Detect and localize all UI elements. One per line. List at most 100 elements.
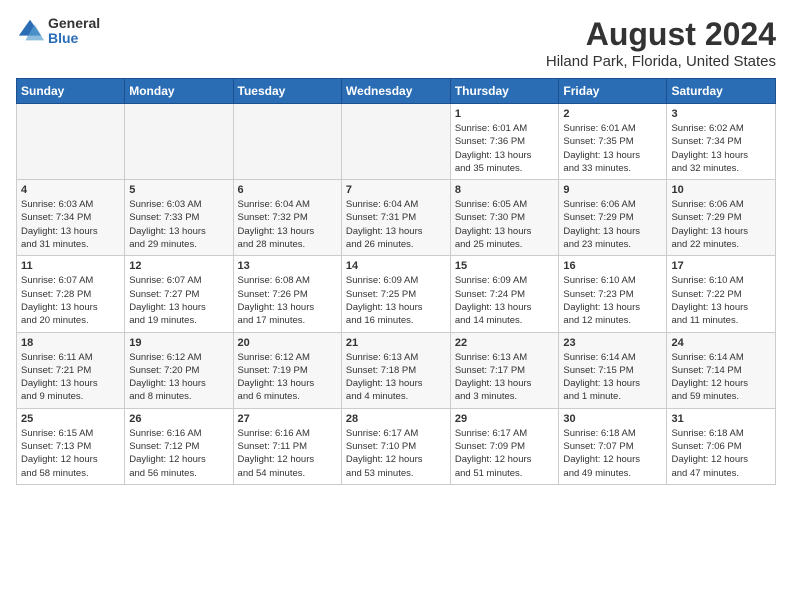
calendar-cell: 20 Sunrise: 6:12 AM Sunset: 7:19 PM Dayli…	[233, 332, 341, 408]
calendar-cell: 13 Sunrise: 6:08 AM Sunset: 7:26 PM Dayli…	[233, 256, 341, 332]
calendar-header-row: SundayMondayTuesdayWednesdayThursdayFrid…	[17, 79, 776, 104]
day-number: 5	[129, 184, 228, 196]
calendar-cell: 22 Sunrise: 6:13 AM Sunset: 7:17 PM Dayli…	[450, 332, 559, 408]
col-header-thursday: Thursday	[450, 79, 559, 104]
day-info: Sunrise: 6:10 AM Sunset: 7:22 PM Dayligh…	[671, 274, 771, 327]
day-info: Sunrise: 6:18 AM Sunset: 7:06 PM Dayligh…	[671, 427, 771, 480]
day-info: Sunrise: 6:01 AM Sunset: 7:35 PM Dayligh…	[563, 122, 662, 175]
day-number: 4	[21, 184, 120, 196]
day-info: Sunrise: 6:09 AM Sunset: 7:25 PM Dayligh…	[346, 274, 446, 327]
day-info: Sunrise: 6:10 AM Sunset: 7:23 PM Dayligh…	[563, 274, 662, 327]
day-number: 31	[671, 413, 771, 425]
calendar-cell	[233, 104, 341, 180]
calendar-subtitle: Hiland Park, Florida, United States	[546, 53, 776, 70]
day-number: 19	[129, 337, 228, 349]
calendar-cell: 6Sunrise: 6:04 AM Sunset: 7:32 PM Daylig…	[233, 180, 341, 256]
calendar-cell	[17, 104, 125, 180]
day-info: Sunrise: 6:16 AM Sunset: 7:11 PM Dayligh…	[238, 427, 337, 480]
calendar-cell: 15 Sunrise: 6:09 AM Sunset: 7:24 PM Dayli…	[450, 256, 559, 332]
day-number: 10	[671, 184, 771, 196]
logo-general-text: General	[48, 16, 100, 31]
calendar-cell: 7 Sunrise: 6:04 AM Sunset: 7:31 PM Daylig…	[341, 180, 450, 256]
day-number: 23	[563, 337, 662, 349]
calendar-cell: 4 Sunrise: 6:03 AM Sunset: 7:34 PM Daylig…	[17, 180, 125, 256]
day-number: 1	[455, 108, 555, 120]
day-info: Sunrise: 6:07 AM Sunset: 7:28 PM Dayligh…	[21, 274, 120, 327]
calendar-cell: 18 Sunrise: 6:11 AM Sunset: 7:21 PM Dayli…	[17, 332, 125, 408]
day-info: Sunrise: 6:15 AM Sunset: 7:13 PM Dayligh…	[21, 427, 120, 480]
day-number: 12	[129, 260, 228, 272]
day-info: Sunrise: 6:07 AM Sunset: 7:27 PM Dayligh…	[129, 274, 228, 327]
day-info: Sunrise: 6:08 AM Sunset: 7:26 PM Dayligh…	[238, 274, 337, 327]
calendar-cell: 5Sunrise: 6:03 AM Sunset: 7:33 PM Daylig…	[125, 180, 233, 256]
day-info: Sunrise: 6:04 AM Sunset: 7:31 PM Dayligh…	[346, 198, 446, 251]
day-number: 6	[238, 184, 337, 196]
day-info: Sunrise: 6:06 AM Sunset: 7:29 PM Dayligh…	[671, 198, 771, 251]
calendar-cell: 31 Sunrise: 6:18 AM Sunset: 7:06 PM Dayli…	[667, 408, 776, 484]
day-number: 16	[563, 260, 662, 272]
week-row-2: 4 Sunrise: 6:03 AM Sunset: 7:34 PM Daylig…	[17, 180, 776, 256]
day-number: 3	[671, 108, 771, 120]
calendar-cell: 1Sunrise: 6:01 AM Sunset: 7:36 PM Daylig…	[450, 104, 559, 180]
calendar-cell: 11 Sunrise: 6:07 AM Sunset: 7:28 PM Dayli…	[17, 256, 125, 332]
day-number: 9	[563, 184, 662, 196]
day-number: 30	[563, 413, 662, 425]
calendar-cell: 10 Sunrise: 6:06 AM Sunset: 7:29 PM Dayli…	[667, 180, 776, 256]
calendar-cell: 16 Sunrise: 6:10 AM Sunset: 7:23 PM Dayli…	[559, 256, 667, 332]
calendar-cell: 9 Sunrise: 6:06 AM Sunset: 7:29 PM Daylig…	[559, 180, 667, 256]
day-number: 17	[671, 260, 771, 272]
day-info: Sunrise: 6:17 AM Sunset: 7:09 PM Dayligh…	[455, 427, 555, 480]
calendar-cell: 24Sunrise: 6:14 AM Sunset: 7:14 PM Dayli…	[667, 332, 776, 408]
day-number: 20	[238, 337, 337, 349]
logo-text: General Blue	[48, 16, 100, 47]
week-row-4: 18 Sunrise: 6:11 AM Sunset: 7:21 PM Dayli…	[17, 332, 776, 408]
col-header-friday: Friday	[559, 79, 667, 104]
day-info: Sunrise: 6:12 AM Sunset: 7:19 PM Dayligh…	[238, 351, 337, 404]
calendar-cell	[341, 104, 450, 180]
calendar-cell: 21 Sunrise: 6:13 AM Sunset: 7:18 PM Dayli…	[341, 332, 450, 408]
calendar-cell: 19 Sunrise: 6:12 AM Sunset: 7:20 PM Dayli…	[125, 332, 233, 408]
calendar-cell: 29 Sunrise: 6:17 AM Sunset: 7:09 PM Dayli…	[450, 408, 559, 484]
day-info: Sunrise: 6:12 AM Sunset: 7:20 PM Dayligh…	[129, 351, 228, 404]
day-number: 7	[346, 184, 446, 196]
day-info: Sunrise: 6:14 AM Sunset: 7:15 PM Dayligh…	[563, 351, 662, 404]
calendar-cell: 2Sunrise: 6:01 AM Sunset: 7:35 PM Daylig…	[559, 104, 667, 180]
day-info: Sunrise: 6:02 AM Sunset: 7:34 PM Dayligh…	[671, 122, 771, 175]
week-row-5: 25 Sunrise: 6:15 AM Sunset: 7:13 PM Dayli…	[17, 408, 776, 484]
day-number: 15	[455, 260, 555, 272]
week-row-1: 1Sunrise: 6:01 AM Sunset: 7:36 PM Daylig…	[17, 104, 776, 180]
calendar-cell	[125, 104, 233, 180]
day-number: 14	[346, 260, 446, 272]
calendar-cell: 12 Sunrise: 6:07 AM Sunset: 7:27 PM Dayli…	[125, 256, 233, 332]
day-info: Sunrise: 6:13 AM Sunset: 7:18 PM Dayligh…	[346, 351, 446, 404]
day-info: Sunrise: 6:13 AM Sunset: 7:17 PM Dayligh…	[455, 351, 555, 404]
day-info: Sunrise: 6:05 AM Sunset: 7:30 PM Dayligh…	[455, 198, 555, 251]
day-number: 22	[455, 337, 555, 349]
day-number: 25	[21, 413, 120, 425]
day-number: 11	[21, 260, 120, 272]
day-info: Sunrise: 6:17 AM Sunset: 7:10 PM Dayligh…	[346, 427, 446, 480]
calendar-cell: 8Sunrise: 6:05 AM Sunset: 7:30 PM Daylig…	[450, 180, 559, 256]
title-block: August 2024 Hiland Park, Florida, United…	[546, 16, 776, 70]
day-info: Sunrise: 6:06 AM Sunset: 7:29 PM Dayligh…	[563, 198, 662, 251]
day-number: 28	[346, 413, 446, 425]
calendar-cell: 26 Sunrise: 6:16 AM Sunset: 7:12 PM Dayli…	[125, 408, 233, 484]
day-number: 21	[346, 337, 446, 349]
calendar-cell: 23 Sunrise: 6:14 AM Sunset: 7:15 PM Dayli…	[559, 332, 667, 408]
calendar-cell: 14 Sunrise: 6:09 AM Sunset: 7:25 PM Dayli…	[341, 256, 450, 332]
day-number: 29	[455, 413, 555, 425]
calendar-title: August 2024	[546, 16, 776, 53]
day-number: 13	[238, 260, 337, 272]
day-number: 18	[21, 337, 120, 349]
col-header-sunday: Sunday	[17, 79, 125, 104]
day-number: 26	[129, 413, 228, 425]
day-info: Sunrise: 6:09 AM Sunset: 7:24 PM Dayligh…	[455, 274, 555, 327]
day-info: Sunrise: 6:03 AM Sunset: 7:34 PM Dayligh…	[21, 198, 120, 251]
logo-blue-text: Blue	[48, 31, 100, 46]
day-number: 27	[238, 413, 337, 425]
calendar-cell: 17 Sunrise: 6:10 AM Sunset: 7:22 PM Dayli…	[667, 256, 776, 332]
day-info: Sunrise: 6:16 AM Sunset: 7:12 PM Dayligh…	[129, 427, 228, 480]
col-header-saturday: Saturday	[667, 79, 776, 104]
day-info: Sunrise: 6:14 AM Sunset: 7:14 PM Dayligh…	[671, 351, 771, 404]
day-info: Sunrise: 6:11 AM Sunset: 7:21 PM Dayligh…	[21, 351, 120, 404]
